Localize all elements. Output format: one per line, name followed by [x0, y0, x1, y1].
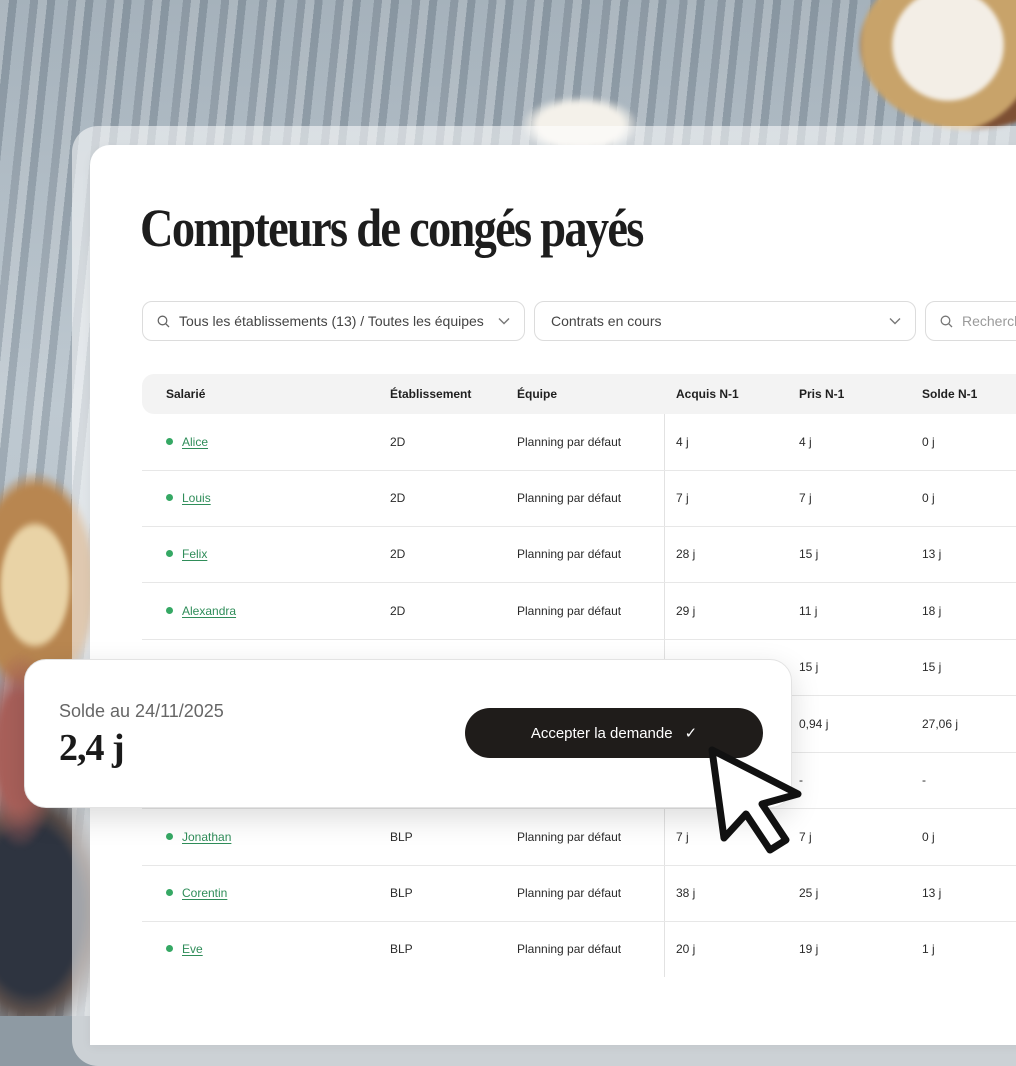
chevron-down-icon [889, 317, 901, 325]
leave-request-card: Solde au 24/11/2025 2,4 j Accepter la de… [24, 659, 792, 808]
employee-link[interactable]: Alice [182, 435, 208, 449]
establishment-cell: 2D [390, 435, 406, 449]
taken-cell: 25 j [799, 886, 819, 900]
status-dot [166, 494, 173, 501]
status-dot [166, 889, 173, 896]
status-dot [166, 607, 173, 614]
establishment-cell: BLP [390, 942, 413, 956]
balance-cell: 0 j [922, 491, 935, 505]
table-row: Eve BLP Planning par défaut 20 j 19 j 1 … [142, 921, 1016, 977]
background-brushstroke [860, 0, 1016, 130]
team-cell: Planning par défaut [517, 830, 622, 844]
acquired-cell: 28 j [676, 547, 696, 561]
employee-link[interactable]: Alexandra [182, 604, 236, 618]
team-cell: Planning par défaut [517, 435, 622, 449]
leave-counters-panel: Compteurs de congés payés Tous les établ… [90, 145, 1016, 1045]
taken-cell: 15 j [799, 660, 819, 674]
balance-value: 2,4 j [59, 727, 125, 769]
column-header-balance[interactable]: Solde N-1 [922, 387, 977, 401]
team-cell: Planning par défaut [517, 942, 622, 956]
column-header-team[interactable]: Équipe [517, 387, 557, 401]
status-dot [166, 438, 173, 445]
acquired-cell: 20 j [676, 942, 696, 956]
contracts-filter[interactable]: Contrats en cours [534, 301, 916, 341]
balance-cell: - [922, 773, 926, 787]
status-dot [166, 945, 173, 952]
acquired-cell: 7 j [676, 491, 689, 505]
establishment-cell: 2D [390, 604, 406, 618]
search-placeholder: Rechercher [962, 313, 1016, 329]
team-cell: Planning par défaut [517, 547, 622, 561]
employee-link[interactable]: Eve [182, 942, 203, 956]
establishment-cell: 2D [390, 491, 406, 505]
column-header-employee[interactable]: Salarié [166, 387, 205, 401]
search-input[interactable]: Rechercher [925, 301, 1016, 341]
taken-cell: 0,94 j [799, 717, 829, 731]
balance-cell: 13 j [922, 547, 942, 561]
establishments-filter[interactable]: Tous les établissements (13) / Toutes le… [142, 301, 525, 341]
taken-cell: 11 j [799, 604, 818, 618]
balance-cell: 13 j [922, 886, 942, 900]
page-title: Compteurs de congés payés [140, 198, 644, 258]
balance-date-label: Solde au 24/11/2025 [59, 701, 224, 721]
establishment-cell: 2D [390, 547, 406, 561]
employee-link[interactable]: Felix [182, 547, 207, 561]
employee-link[interactable]: Louis [182, 491, 211, 505]
acquired-cell: 29 j [676, 604, 696, 618]
establishment-cell: BLP [390, 830, 413, 844]
balance-cell: 0 j [922, 435, 935, 449]
column-header-taken[interactable]: Pris N-1 [799, 387, 844, 401]
column-header-acquired[interactable]: Acquis N-1 [676, 387, 739, 401]
status-dot [166, 550, 173, 557]
team-cell: Planning par défaut [517, 604, 622, 618]
employee-link[interactable]: Corentin [182, 886, 227, 900]
establishment-cell: BLP [390, 886, 413, 900]
status-dot [166, 833, 173, 840]
cursor-pointer-icon [708, 746, 802, 854]
balance-cell: 18 j [922, 604, 942, 618]
table-row: Alexandra 2D Planning par défaut 29 j 11… [142, 583, 1016, 640]
balance-cell: 27,06 j [922, 717, 959, 731]
table-header: Salarié Établissement Équipe Acquis N-1 … [142, 374, 1016, 414]
establishments-filter-value: Tous les établissements (13) / Toutes le… [179, 313, 484, 329]
balance-cell: 15 j [922, 660, 942, 674]
contracts-filter-value: Contrats en cours [551, 313, 662, 329]
table-row: Louis 2D Planning par défaut 7 j 7 j 0 j [142, 470, 1016, 527]
taken-cell: 7 j [799, 491, 812, 505]
table-row: Corentin BLP Planning par défaut 38 j 25… [142, 865, 1016, 922]
chevron-down-icon [498, 317, 510, 325]
team-cell: Planning par défaut [517, 491, 622, 505]
check-icon: ✓ [684, 725, 698, 742]
taken-cell: 4 j [799, 435, 812, 449]
table-row: Felix 2D Planning par défaut 28 j 15 j 1… [142, 526, 1016, 583]
acquired-cell: 38 j [676, 886, 696, 900]
search-icon [940, 315, 954, 328]
balance-cell: 0 j [922, 830, 935, 844]
column-header-establishment[interactable]: Établissement [390, 387, 471, 401]
acquired-cell: 4 j [676, 435, 689, 449]
taken-cell: 19 j [799, 942, 819, 956]
balance-cell: 1 j [922, 942, 935, 956]
table-row: Alice 2D Planning par défaut 4 j 4 j 0 j [142, 414, 1016, 471]
team-cell: Planning par défaut [517, 886, 622, 900]
accept-request-label: Accepter la demande [530, 724, 673, 742]
search-icon [157, 315, 171, 328]
acquired-cell: 7 j [676, 830, 689, 844]
employee-link[interactable]: Jonathan [182, 830, 231, 844]
taken-cell: 15 j [799, 547, 819, 561]
table-row: Jonathan BLP Planning par défaut 7 j 7 j… [142, 809, 1016, 866]
